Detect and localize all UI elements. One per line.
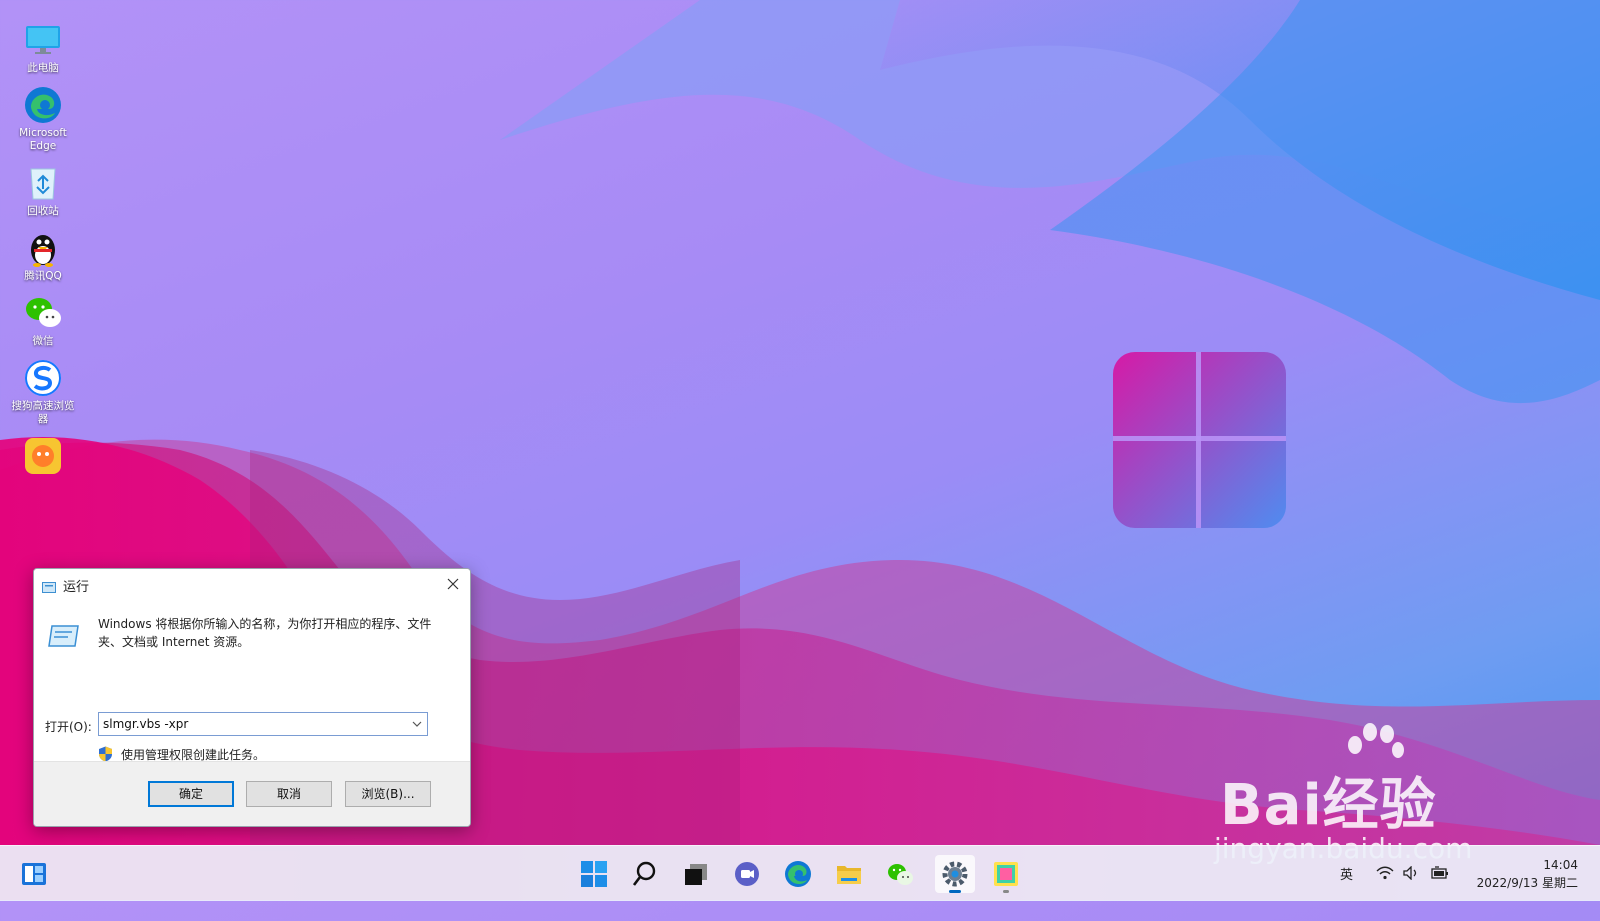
command-input[interactable] (103, 716, 403, 732)
widgets-icon (22, 863, 46, 885)
task-view-button[interactable] (676, 855, 716, 893)
desktop-icon-this-pc[interactable]: 此电脑 (10, 20, 76, 75)
admin-note-text: 使用管理权限创建此任务。 (121, 748, 266, 762)
open-label: 打开(O): (45, 720, 92, 734)
desktop-icon-label: Microsoft Edge (19, 127, 67, 152)
desktop-icon-label: 回收站 (27, 205, 59, 217)
wifi-icon[interactable] (1376, 866, 1394, 921)
sogou-browser-icon (23, 358, 63, 398)
teams-chat-button[interactable] (727, 855, 767, 893)
system-clock[interactable]: 14:04 2022/9/13 星期二 (1477, 856, 1578, 892)
desktop-icon-sogou-browser[interactable]: 搜狗高速浏览器 (10, 358, 76, 426)
app-icon (23, 436, 63, 476)
desktop-icon-wechat[interactable]: 微信 (10, 293, 76, 348)
command-combobox[interactable] (98, 712, 428, 736)
wechat-icon (23, 293, 63, 333)
desktop-icon-edge[interactable]: Microsoft Edge (10, 85, 76, 153)
run-icon (42, 578, 56, 593)
run-app-icon (48, 623, 80, 649)
photos-button[interactable] (986, 855, 1026, 893)
desktop-icon-recycle-bin[interactable]: 回收站 (10, 163, 76, 218)
desktop-icons: 此电脑 Microsoft Edge 回收站 腾讯QQ 微信 搜狗高速浏览器 (10, 20, 76, 486)
recycle-bin-icon (23, 163, 63, 203)
chevron-down-icon[interactable] (409, 716, 425, 732)
task-view-icon (685, 864, 707, 885)
file-explorer-button[interactable] (829, 855, 869, 893)
folder-icon (837, 866, 861, 884)
close-button[interactable] (436, 569, 470, 599)
dialog-title: 运行 (63, 580, 90, 595)
ime-indicator[interactable]: 英 (1340, 864, 1353, 919)
desktop-icon-partial[interactable] (10, 436, 76, 476)
desktop-icon-label: 搜狗高速浏览器 (11, 400, 75, 425)
windows-start-icon (581, 861, 607, 887)
image-app-icon (994, 862, 1018, 886)
desktop-icon-qq[interactable]: 腾讯QQ (10, 228, 76, 283)
dialog-titlebar[interactable]: 运行 (34, 569, 470, 599)
chat-icon (735, 862, 759, 886)
clock-date: 2022/9/13 星期二 (1476, 876, 1578, 890)
running-indicator (1003, 890, 1009, 893)
battery-icon[interactable] (1430, 866, 1450, 921)
wechat-icon (888, 864, 913, 885)
baidu-watermark: Bai经验 jingyan.baidu.com (1214, 723, 1520, 865)
browse-button[interactable]: 浏览(B)... (345, 781, 431, 807)
search-icon (632, 861, 656, 886)
dialog-description: Windows 将根据你所输入的名称，为你打开相应的程序、文件夹、文档或 Int… (98, 617, 432, 649)
start-button[interactable] (574, 855, 614, 893)
close-icon (447, 578, 459, 590)
desktop-icon-label: 微信 (32, 335, 54, 347)
search-button[interactable] (625, 855, 665, 893)
volume-icon[interactable] (1403, 865, 1421, 921)
run-dialog: 运行 Windows 将根据你所输入的名称，为你打开相应的程序、文件夹、文档或 … (33, 568, 471, 827)
clock-time: 14:04 (1543, 858, 1578, 872)
desktop-icon-label: 此电脑 (27, 62, 59, 74)
edge-icon (785, 861, 811, 887)
desktop-icon-label: 腾讯QQ (24, 270, 62, 282)
active-indicator (949, 890, 961, 893)
dialog-body: Windows 将根据你所输入的名称，为你打开相应的程序、文件夹、文档或 Int… (34, 599, 470, 762)
edge-icon (23, 85, 63, 125)
ok-button[interactable]: 确定 (148, 781, 234, 807)
uac-shield-icon (98, 746, 113, 762)
qq-penguin-icon (23, 228, 63, 268)
cancel-button[interactable]: 取消 (246, 781, 332, 807)
settings-button[interactable] (935, 855, 975, 893)
taskbar: 英 14:04 2022/9/13 星期二 (0, 845, 1600, 901)
wechat-taskbar-button[interactable] (880, 855, 920, 893)
dialog-footer: 确定 取消 浏览(B)... (34, 761, 470, 826)
watermark-brand: Bai经验 (1220, 773, 1437, 838)
monitor-icon (23, 20, 63, 60)
widgets-button[interactable] (14, 855, 54, 893)
gear-icon (942, 861, 968, 887)
edge-taskbar-button[interactable] (778, 855, 818, 893)
